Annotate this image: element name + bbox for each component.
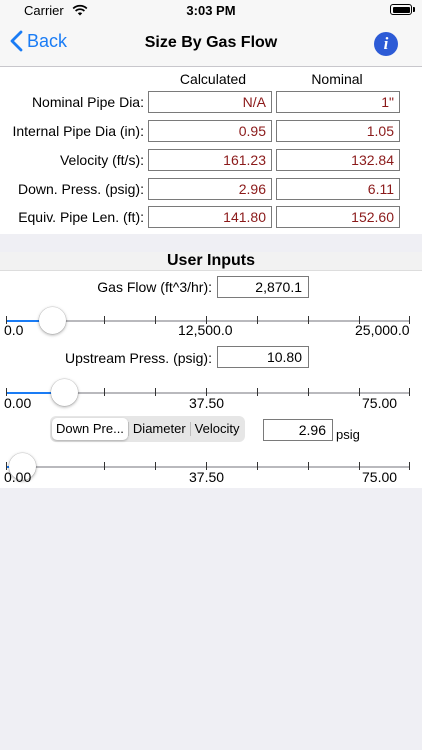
upstream-min-label: 0.00: [4, 395, 32, 411]
result-row-label: Velocity (ft/s):: [59, 152, 144, 168]
gas-flow-slider-thumb[interactable]: [38, 307, 66, 334]
result-row-label: Equiv. Pipe Len. (ft):: [18, 209, 144, 225]
upstream-press-label: Upstream Press. (psig):: [64, 350, 212, 366]
nominal-down-press: 6.11: [276, 178, 400, 200]
calculated-equiv-pipe-len: 141.80: [148, 206, 272, 228]
calc-mode-segmented-control: Down Pre... Diameter Velocity: [50, 416, 246, 442]
calculated-down-press: 2.96: [148, 178, 272, 200]
result-row-label: Nominal Pipe Dia:: [31, 94, 144, 110]
nominal-internal-pipe-dia: 1.05: [276, 120, 400, 142]
nominal-nominal-pipe-dia: 1": [276, 91, 400, 113]
calculated-internal-pipe-dia: 0.95: [148, 120, 272, 142]
status-time: 3:03 PM: [186, 3, 236, 18]
segment-velocity[interactable]: Velocity: [191, 418, 244, 440]
upstream-press-slider-thumb[interactable]: [50, 379, 78, 406]
psig-unit-label: psig: [336, 427, 360, 442]
calculated-nominal-pipe-dia: N/A: [148, 91, 272, 113]
calculated-header: Calculated: [179, 71, 247, 87]
status-bar: Carrier 3:03 PM: [0, 0, 422, 22]
section-separator: [0, 234, 422, 252]
result-row-label: Down. Press. (psig):: [17, 181, 144, 197]
segment-down-press[interactable]: Down Pre...: [52, 418, 128, 440]
upstream-mid-label: 37.50: [189, 395, 225, 411]
gas-flow-mid-label: 12,500.0: [178, 322, 233, 338]
page-title: Size By Gas Flow: [144, 34, 278, 51]
down-press-mid-label: 37.50: [189, 469, 225, 485]
upstream-press-input[interactable]: 10.80: [217, 346, 309, 368]
nominal-velocity: 132.84: [276, 149, 400, 171]
results-panel: Calculated Nominal Nominal Pipe Dia: N/A…: [0, 67, 422, 234]
down-press-input[interactable]: 2.96: [263, 419, 333, 441]
segment-diameter[interactable]: Diameter: [129, 418, 190, 440]
battery-tip: [413, 7, 415, 12]
info-button[interactable]: i: [374, 32, 398, 56]
calculated-velocity: 161.23: [148, 149, 272, 171]
battery-icon: [390, 4, 412, 15]
gas-flow-input[interactable]: 2,870.1: [217, 276, 309, 298]
down-press-min-label: 0.00: [4, 469, 32, 485]
user-inputs-header: User Inputs: [0, 252, 422, 271]
gas-flow-min-label: 0.0: [4, 322, 24, 338]
down-press-max-label: 75.00: [362, 469, 398, 485]
result-row-label: Internal Pipe Dia (in):: [12, 123, 144, 139]
navigation-bar: Back Size By Gas Flow i: [0, 22, 422, 67]
upstream-max-label: 75.00: [362, 395, 398, 411]
gas-flow-label: Gas Flow (ft^3/hr):: [97, 279, 212, 295]
nominal-equiv-pipe-len: 152.60: [276, 206, 400, 228]
nominal-header: Nominal: [311, 71, 363, 87]
gas-flow-max-label: 25,000.0: [355, 322, 410, 338]
